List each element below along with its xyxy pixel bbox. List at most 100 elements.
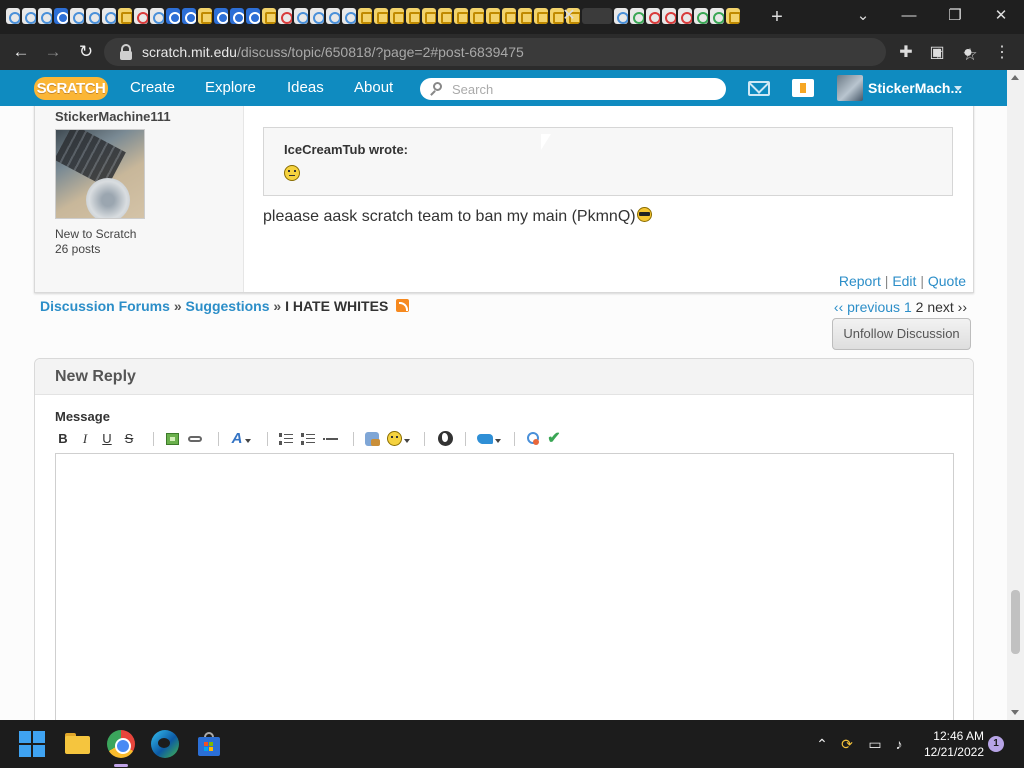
list-item-icon[interactable]: [323, 438, 338, 440]
volume-icon[interactable]: ♪: [890, 735, 908, 753]
tab-favicon-icon[interactable]: [662, 8, 676, 24]
chrome-icon[interactable]: [107, 730, 135, 758]
windows-start-icon[interactable]: [19, 731, 45, 757]
tab-favicon-icon[interactable]: [534, 8, 548, 24]
chevron-down-icon[interactable]: [404, 439, 410, 443]
back-arrow-icon[interactable]: ←: [9, 40, 33, 64]
scratch-logo[interactable]: SCRATCH: [34, 77, 108, 100]
account-username[interactable]: StickerMach...: [868, 70, 962, 106]
tab-favicon-icon[interactable]: [310, 8, 324, 24]
tab-favicon-icon[interactable]: [54, 8, 68, 24]
tab-search-chevron-icon[interactable]: ⌄: [848, 4, 878, 28]
extensions-puzzle-icon[interactable]: ✚: [896, 43, 916, 63]
tab-favicon-icon[interactable]: [246, 8, 260, 24]
tab-favicon-icon[interactable]: [726, 8, 740, 24]
nav-about[interactable]: About: [354, 70, 393, 106]
tab-favicon-icon[interactable]: [102, 8, 116, 24]
tab-favicon-icon[interactable]: [614, 8, 628, 24]
pagination-previous[interactable]: ‹‹ previous: [834, 299, 900, 315]
notification-badge[interactable]: 1: [988, 736, 1004, 752]
account-dropdown-caret-icon[interactable]: [954, 86, 962, 91]
chevron-down-icon[interactable]: [245, 439, 251, 443]
insert-link-icon[interactable]: [188, 436, 202, 442]
bold-button[interactable]: B: [58, 429, 68, 449]
lock-icon[interactable]: [118, 44, 134, 60]
nav-explore[interactable]: Explore: [205, 70, 256, 106]
tab-favicon-icon[interactable]: [646, 8, 660, 24]
restore-icon[interactable]: ❐: [940, 4, 970, 28]
rss-feed-icon[interactable]: [396, 299, 410, 312]
tab-favicon-icon[interactable]: [294, 8, 308, 24]
forward-arrow-icon[interactable]: →: [41, 40, 65, 64]
tab-favicon-icon[interactable]: [150, 8, 164, 24]
tab-favicon-icon[interactable]: [214, 8, 228, 24]
messages-envelope-icon[interactable]: [748, 81, 770, 96]
tab-favicon-icon[interactable]: [326, 8, 340, 24]
tab-favicon-icon[interactable]: [86, 8, 100, 24]
tab-favicon-icon[interactable]: [134, 8, 148, 24]
author-name[interactable]: StickerMachine111: [55, 109, 171, 124]
report-link[interactable]: Report: [839, 273, 881, 289]
window-close-icon[interactable]: ✕: [986, 4, 1016, 28]
edit-link[interactable]: Edit: [892, 273, 916, 289]
edge-icon[interactable]: [151, 730, 179, 758]
tab-favicon-icon[interactable]: [390, 8, 404, 24]
unfollow-discussion-button[interactable]: Unfollow Discussion: [832, 318, 971, 350]
tab-favicon-icon[interactable]: [518, 8, 532, 24]
pagination-next[interactable]: next ››: [927, 299, 967, 315]
author-avatar[interactable]: [55, 129, 145, 219]
tab-favicon-icon[interactable]: [230, 8, 244, 24]
tab-favicon-icon[interactable]: [630, 8, 644, 24]
clean-formatting-icon[interactable]: [527, 432, 539, 445]
tab-favicon-icon[interactable]: [710, 8, 724, 24]
tab-favicon-icon[interactable]: [454, 8, 468, 24]
italic-button[interactable]: I: [81, 429, 89, 449]
url-text[interactable]: scratch.mit.edu/discuss/topic/650818/?pa…: [142, 44, 524, 60]
breadcrumb-forums[interactable]: Discussion Forums: [40, 298, 170, 314]
strikethrough-button[interactable]: S: [124, 429, 134, 449]
sync-icon[interactable]: ⟳: [838, 735, 856, 753]
tab-favicon-icon[interactable]: [694, 8, 708, 24]
globe-icon[interactable]: [438, 431, 453, 446]
microsoft-store-icon[interactable]: [196, 730, 224, 758]
reload-icon[interactable]: ↻: [74, 40, 98, 64]
tab-favicon-icon[interactable]: [166, 8, 180, 24]
tab-favicon-icon[interactable]: [358, 8, 372, 24]
scroll-down-arrow-icon[interactable]: [1011, 710, 1019, 715]
tray-overflow-chevron-icon[interactable]: ⌃: [815, 735, 829, 753]
tab-favicon-icon[interactable]: [6, 8, 20, 24]
chevron-down-icon[interactable]: [495, 439, 501, 443]
code-block-icon[interactable]: [365, 432, 380, 446]
underline-button[interactable]: U: [102, 429, 112, 449]
close-tab-icon[interactable]: ✕: [560, 7, 578, 25]
nav-create[interactable]: Create: [130, 70, 175, 106]
minimize-icon[interactable]: —: [894, 4, 924, 28]
tab-favicon-icon[interactable]: [374, 8, 388, 24]
breadcrumb-category[interactable]: Suggestions: [186, 298, 270, 314]
tab-favicon-icon[interactable]: [470, 8, 484, 24]
active-tab[interactable]: [582, 8, 612, 24]
font-style-icon[interactable]: A: [231, 429, 243, 449]
scroll-up-arrow-icon[interactable]: [1011, 75, 1019, 80]
new-tab-button[interactable]: +: [766, 6, 788, 28]
pagination-page-1[interactable]: 1: [904, 299, 912, 315]
my-stuff-folder-icon[interactable]: [792, 79, 814, 97]
search-input[interactable]: [452, 78, 712, 100]
tab-favicon-icon[interactable]: [262, 8, 276, 24]
profile-icon[interactable]: ●: [958, 43, 978, 63]
bulleted-list-icon[interactable]: [279, 433, 293, 445]
browser-menu-icon[interactable]: ⋮: [992, 43, 1012, 63]
tab-favicon-icon[interactable]: [278, 8, 292, 24]
side-panel-icon[interactable]: ▣: [927, 43, 947, 63]
tab-favicon-icon[interactable]: [486, 8, 500, 24]
text-color-icon[interactable]: [477, 434, 493, 444]
file-explorer-icon[interactable]: [64, 730, 92, 758]
tab-favicon-icon[interactable]: [406, 8, 420, 24]
preview-check-icon[interactable]: ✔: [546, 429, 562, 449]
tab-favicon-icon[interactable]: [22, 8, 36, 24]
tab-favicon-icon[interactable]: [182, 8, 196, 24]
tab-favicon-icon[interactable]: [502, 8, 516, 24]
tab-favicon-icon[interactable]: [70, 8, 84, 24]
tab-favicon-icon[interactable]: [422, 8, 436, 24]
account-avatar[interactable]: [837, 75, 863, 101]
